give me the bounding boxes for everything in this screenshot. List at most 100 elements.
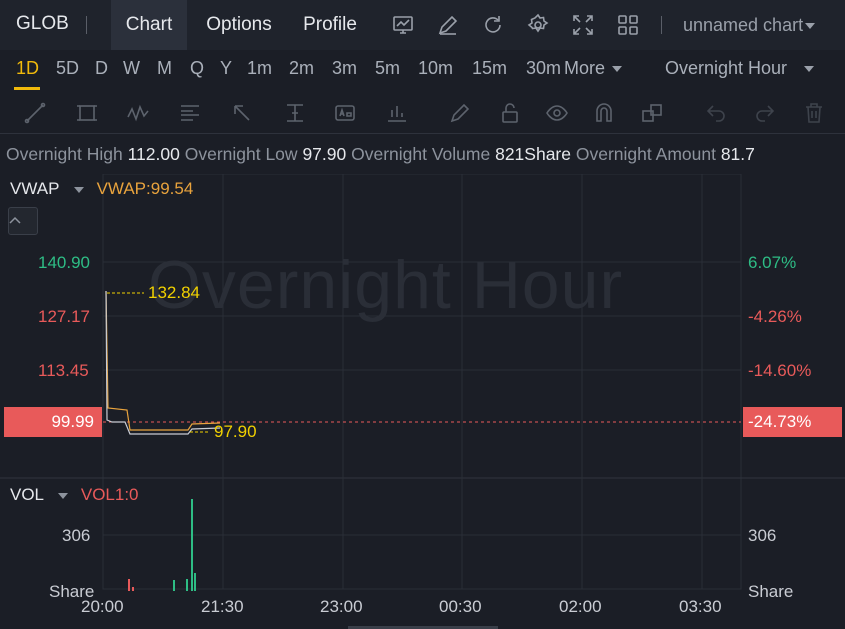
divider xyxy=(86,16,87,34)
interval-q[interactable]: Q xyxy=(190,58,204,79)
rectangle-icon[interactable] xyxy=(75,101,99,125)
interval-3m[interactable]: 3m xyxy=(332,58,357,79)
interval-w[interactable]: W xyxy=(123,58,140,79)
price-range-icon[interactable] xyxy=(283,101,307,125)
volume-bar xyxy=(194,573,196,591)
chart-grid xyxy=(0,174,845,590)
volume-indicator-name: VOL xyxy=(10,485,44,504)
vwap-indicator-value: VWAP:99.54 xyxy=(96,179,194,198)
plot-frame xyxy=(102,174,742,590)
vwap-legend[interactable]: VWAP VWAP:99.54 xyxy=(10,179,193,199)
low-label: Overnight Low xyxy=(184,144,298,164)
high-label: Overnight High xyxy=(6,144,123,164)
chevron-down-icon[interactable] xyxy=(58,492,69,499)
volume-indicator-value: VOL1:0 xyxy=(80,485,139,504)
more-label: More xyxy=(564,58,606,78)
tab-profile[interactable]: Profile xyxy=(294,0,366,50)
volume-legend[interactable]: VOL VOL1:0 xyxy=(10,485,139,505)
chart-canvas xyxy=(0,174,845,591)
magnet-icon[interactable] xyxy=(592,101,616,125)
divider xyxy=(661,16,662,34)
volume-unit: Share xyxy=(524,144,571,164)
eye-icon[interactable] xyxy=(545,101,569,125)
volume-value: 821Share xyxy=(495,144,571,164)
price-tick-left: 140.90 xyxy=(38,253,90,272)
more-intervals-dropdown[interactable]: More xyxy=(564,58,623,79)
percent-tick-right: -14.60% xyxy=(748,361,812,380)
current-price-tag: 99.99 xyxy=(4,407,102,437)
chevron-down-icon[interactable] xyxy=(73,186,84,193)
session-summary: Overnight High 112.00 Overnight Low 97.9… xyxy=(6,144,755,165)
interval-5d[interactable]: 5D xyxy=(56,58,79,79)
low-value: 97.90 xyxy=(302,144,347,164)
volume-bar xyxy=(186,579,188,591)
chart-area[interactable]: Overnight Hour VWAP VWAP:99.54 140.90 12… xyxy=(0,174,845,629)
interval-1m[interactable]: 1m xyxy=(247,58,272,79)
volume-tick-right: 306 xyxy=(748,526,777,545)
volume-label: Overnight Volume xyxy=(351,144,491,164)
time-tick: 03:30 xyxy=(679,597,722,616)
interval-1d[interactable]: 1D xyxy=(16,58,39,79)
layers-icon[interactable] xyxy=(640,101,664,125)
lock-icon[interactable] xyxy=(498,101,522,125)
current-percent-tag: -24.73% xyxy=(743,407,842,437)
chart-name-label: unnamed chart xyxy=(683,15,804,35)
fullscreen-icon[interactable] xyxy=(571,13,595,37)
drawing-toolbar xyxy=(0,92,845,134)
bar-pattern-icon[interactable] xyxy=(385,101,409,125)
session-label: Overnight Hour xyxy=(665,58,788,78)
pattern-icon[interactable] xyxy=(126,101,150,125)
chevron-down-icon xyxy=(612,66,623,73)
percent-tick-right: 6.07% xyxy=(748,253,797,272)
percent-tick-right: -4.26% xyxy=(748,307,802,326)
interval-d[interactable]: D xyxy=(95,58,108,79)
amount-value: 81.7 xyxy=(720,144,755,164)
interval-5m[interactable]: 5m xyxy=(375,58,400,79)
text-icon[interactable] xyxy=(333,101,357,125)
trendline-icon[interactable] xyxy=(23,101,47,125)
time-tick: 20:00 xyxy=(81,597,124,616)
tab-options[interactable]: Options xyxy=(196,0,282,50)
volume-unit-right: Share xyxy=(748,582,794,601)
fibonacci-icon[interactable] xyxy=(178,101,202,125)
chevron-down-icon xyxy=(805,23,816,30)
settings-icon[interactable] xyxy=(526,13,550,37)
active-interval-indicator xyxy=(14,87,40,90)
session-dropdown[interactable]: Overnight Hour xyxy=(665,58,815,79)
pencil-icon[interactable] xyxy=(448,101,472,125)
refresh-icon[interactable] xyxy=(481,13,505,37)
arrow-icon[interactable] xyxy=(230,101,254,125)
volume-bar xyxy=(128,579,130,591)
interval-15m[interactable]: 15m xyxy=(472,58,507,79)
time-tick: 23:00 xyxy=(320,597,363,616)
interval-y[interactable]: Y xyxy=(220,58,232,79)
redo-icon[interactable] xyxy=(753,101,777,125)
chevron-down-icon xyxy=(804,66,815,73)
volume-bar xyxy=(191,499,193,591)
volume-bars xyxy=(128,499,196,591)
ticker-symbol[interactable]: GLOB xyxy=(16,13,69,35)
interval-30m[interactable]: 30m xyxy=(526,58,566,79)
draw-icon[interactable] xyxy=(436,13,460,37)
price-tick-left: 113.45 xyxy=(38,361,89,380)
time-tick: 00:30 xyxy=(439,597,482,616)
session-watermark: Overnight Hour xyxy=(148,247,624,323)
price-tick-left: 127.17 xyxy=(38,307,90,326)
indicator-icon[interactable] xyxy=(391,13,415,37)
undo-icon[interactable] xyxy=(704,101,728,125)
layout-icon[interactable] xyxy=(616,13,640,37)
interval-2m[interactable]: 2m xyxy=(289,58,314,79)
trash-icon[interactable] xyxy=(802,101,826,125)
interval-m[interactable]: M xyxy=(157,58,172,79)
volume-number: 821 xyxy=(495,144,525,164)
volume-bar xyxy=(132,587,134,591)
amount-label: Overnight Amount xyxy=(575,144,716,164)
tab-chart[interactable]: Chart xyxy=(111,0,187,50)
volume-bar xyxy=(173,580,175,591)
high-marker-label: 132.84 xyxy=(148,283,200,302)
collapse-button[interactable] xyxy=(8,207,38,235)
vwap-indicator-name: VWAP xyxy=(10,179,60,198)
high-value: 112.00 xyxy=(127,144,180,164)
interval-10m[interactable]: 10m xyxy=(418,58,453,79)
chart-name-dropdown[interactable]: unnamed chart xyxy=(683,15,816,36)
